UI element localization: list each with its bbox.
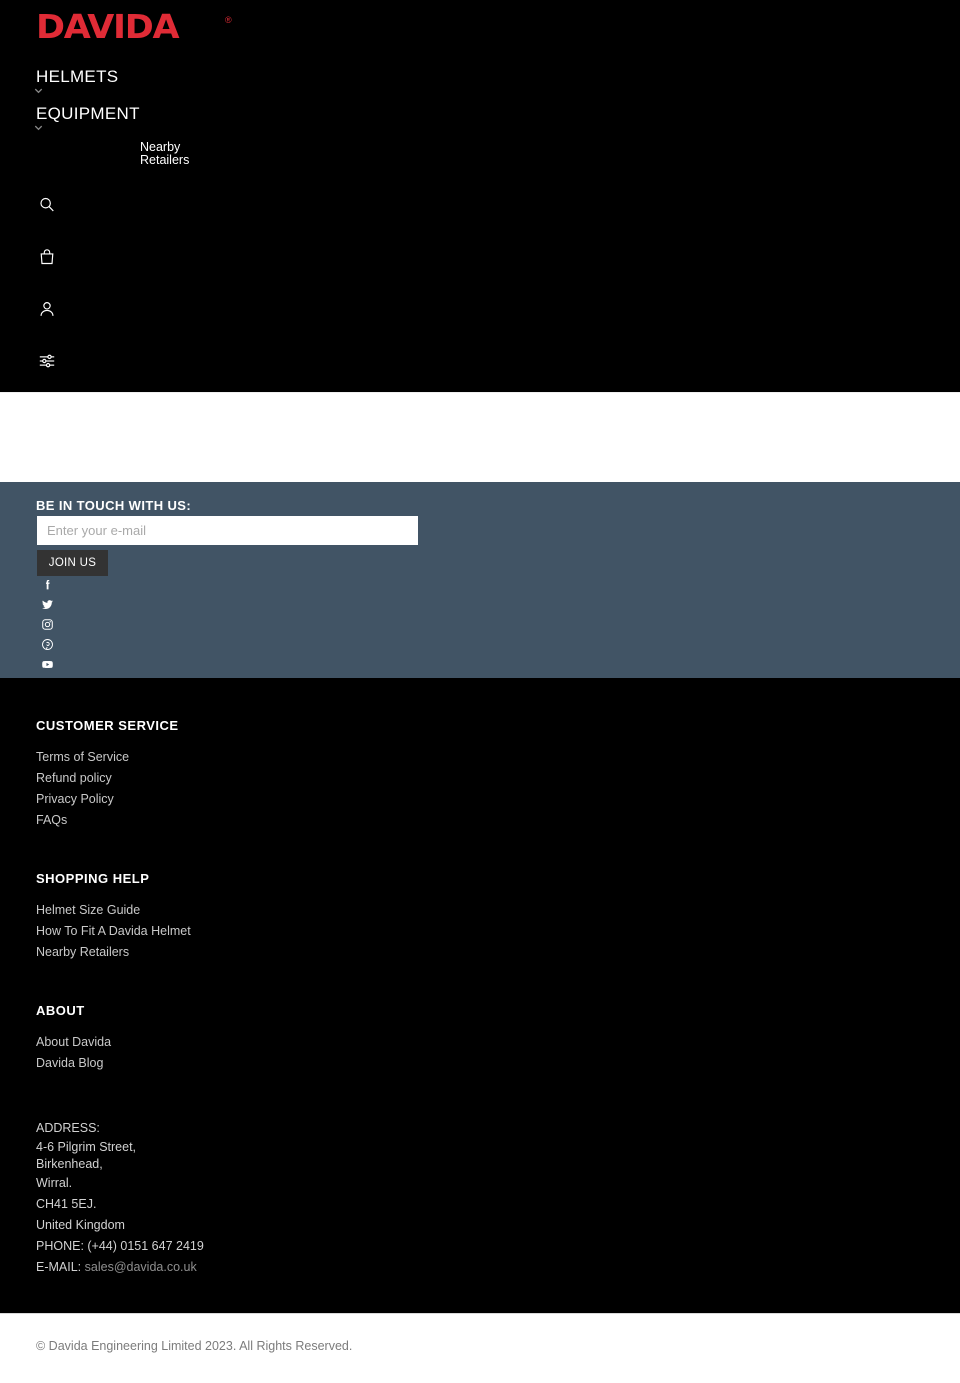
user-account-icon[interactable] — [38, 300, 62, 324]
footer-link-refund-policy[interactable]: Refund policy — [36, 768, 179, 789]
nav-item-helmets[interactable]: HELMETS — [34, 63, 436, 94]
logo-wordmark: DAVIDA — [36, 7, 180, 46]
footer-heading-about: ABOUT — [36, 1003, 85, 1018]
site-footer: CUSTOMER SERVICE Terms of Service Refund… — [0, 678, 960, 1313]
sliders-filter-icon[interactable] — [38, 352, 62, 376]
newsletter-heading: BE IN TOUCH WITH US: — [36, 498, 192, 513]
newsletter-email-input[interactable] — [37, 516, 418, 545]
nav-item-nearby-retailers[interactable]: Nearby Retailers — [140, 141, 250, 166]
shopping-bag-icon[interactable] — [38, 248, 62, 272]
instagram-icon[interactable] — [41, 618, 55, 632]
twitter-icon[interactable] — [41, 598, 55, 612]
site-header: DAVIDA ® HELMETS EQUIPMENT Nearby Retail… — [0, 0, 960, 392]
primary-navigation: HELMETS EQUIPMENT — [34, 63, 436, 137]
nav-nearby-retailers-line1: Nearby — [140, 140, 181, 154]
newsletter-section: BE IN TOUCH WITH US: JOIN US — [0, 482, 960, 678]
youtube-icon[interactable] — [41, 658, 55, 672]
address-email-row: E-MAIL: sales@davida.co.uk — [36, 1257, 204, 1278]
newsletter-join-button[interactable]: JOIN US — [37, 550, 108, 576]
footer-link-faqs[interactable]: FAQs — [36, 810, 179, 831]
footer-column-about: ABOUT About Davida Davida Blog — [36, 1003, 111, 1074]
address-line-4: CH41 5EJ. — [36, 1197, 97, 1211]
footer-column-shopping-help: SHOPPING HELP Helmet Size Guide How To F… — [36, 871, 191, 963]
address-email-label: E-MAIL: — [36, 1260, 82, 1274]
address-phone: PHONE: (+44) 0151 647 2419 — [36, 1239, 204, 1253]
facebook-icon[interactable] — [41, 578, 55, 592]
nav-nearby-retailers-line2: Retailers — [140, 152, 190, 167]
copyright-bar: © Davida Engineering Limited 2023. All R… — [0, 1313, 960, 1383]
header-icon-group — [38, 196, 62, 404]
main-content-area — [0, 392, 960, 482]
nav-item-equipment-label: EQUIPMENT — [36, 104, 140, 123]
site-logo[interactable]: DAVIDA ® — [36, 9, 232, 45]
chevron-down-icon — [33, 122, 44, 133]
logo-registered-mark: ® — [225, 15, 232, 25]
nav-item-helmets-label: HELMETS — [36, 67, 119, 86]
footer-link-how-to-fit-a-davida-helmet[interactable]: How To Fit A Davida Helmet — [36, 921, 191, 942]
nav-item-equipment[interactable]: EQUIPMENT — [34, 100, 436, 131]
address-line-5: United Kingdom — [36, 1218, 125, 1232]
footer-link-privacy-policy[interactable]: Privacy Policy — [36, 789, 179, 810]
pinterest-icon[interactable] — [41, 638, 55, 652]
address-line-1: 4-6 Pilgrim Street, — [36, 1140, 137, 1154]
footer-heading-customer-service: CUSTOMER SERVICE — [36, 718, 179, 733]
address-label: ADDRESS: — [36, 1121, 100, 1135]
chevron-down-icon — [33, 85, 44, 96]
social-links-group — [41, 578, 55, 678]
copyright-text: © Davida Engineering Limited 2023. All R… — [36, 1339, 353, 1353]
footer-column-customer-service: CUSTOMER SERVICE Terms of Service Refund… — [36, 718, 179, 831]
page-root: DAVIDA ® HELMETS EQUIPMENT Nearby Retail… — [0, 0, 960, 1383]
footer-link-about-davida[interactable]: About Davida — [36, 1032, 111, 1053]
address-line-2: Birkenhead, — [36, 1157, 103, 1171]
footer-link-helmet-size-guide[interactable]: Helmet Size Guide — [36, 900, 191, 921]
address-email-link[interactable]: sales@davida.co.uk — [85, 1260, 197, 1274]
search-icon[interactable] — [38, 196, 62, 220]
footer-link-davida-blog[interactable]: Davida Blog — [36, 1053, 111, 1074]
footer-link-terms-of-service[interactable]: Terms of Service — [36, 747, 179, 768]
address-line-3: Wirral. — [36, 1176, 73, 1190]
footer-heading-shopping-help: SHOPPING HELP — [36, 871, 150, 886]
footer-address-block: ADDRESS: 4-6 Pilgrim Street, Birkenhead,… — [36, 1118, 204, 1278]
footer-link-nearby-retailers[interactable]: Nearby Retailers — [36, 942, 191, 963]
